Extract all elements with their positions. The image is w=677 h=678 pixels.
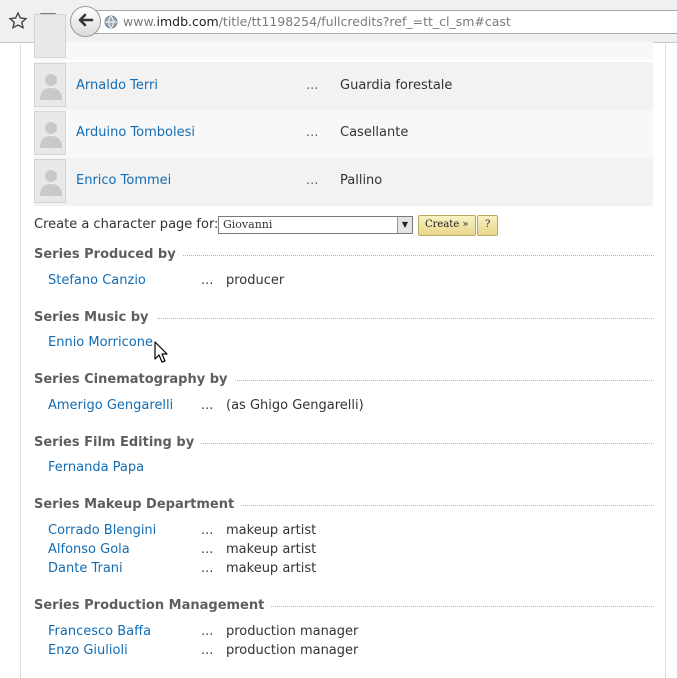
avatar-placeholder-icon bbox=[34, 159, 66, 203]
crew-row: Fernanda Papa bbox=[48, 460, 648, 477]
create-character-label: Create a character page for: bbox=[34, 217, 219, 232]
create-button[interactable]: Create » bbox=[418, 215, 476, 236]
crew-name-link[interactable]: Alfonso Gola bbox=[48, 542, 130, 557]
section-heading: Series Film Editing by bbox=[34, 435, 654, 451]
dots: ... bbox=[201, 542, 214, 557]
cast-row bbox=[34, 14, 653, 60]
avatar-placeholder-icon bbox=[34, 111, 66, 155]
section-title: Series Produced by bbox=[34, 247, 183, 262]
globe-icon bbox=[104, 15, 118, 29]
dots: ... bbox=[306, 125, 319, 140]
crew-row: Corrado Blengini ... makeup artist bbox=[48, 523, 648, 540]
create-character-form: Create a character page for: Giovanni ▼ … bbox=[34, 214, 654, 238]
crew-row: Stefano Canzio ... producer bbox=[48, 273, 648, 290]
section-heading: Series Cinematography by bbox=[34, 372, 654, 388]
section-heading: Series Makeup Department bbox=[34, 497, 654, 513]
crew-row: Ennio Morricone bbox=[48, 335, 648, 352]
credit-text: producer bbox=[226, 273, 285, 288]
avatar-placeholder-icon bbox=[34, 14, 66, 58]
dots: ... bbox=[201, 561, 214, 576]
character-select-value: Giovanni bbox=[223, 218, 273, 231]
crew-row: Alfonso Gola ... makeup artist bbox=[48, 542, 648, 559]
browser-toolbar: www.imdb.com/title/tt1198254/fullcredits… bbox=[0, 0, 677, 43]
character-select[interactable]: Giovanni ▼ bbox=[218, 216, 413, 234]
crew-name-link[interactable]: Amerigo Gengarelli bbox=[48, 398, 173, 413]
dots: ... bbox=[201, 273, 214, 288]
cast-row: Arduino Tombolesi ... Casellante bbox=[34, 110, 653, 158]
crew-name-link[interactable]: Enzo Giulioli bbox=[48, 643, 128, 658]
section-heading: Series Production Management bbox=[34, 598, 654, 614]
cast-row: Enrico Tommei ... Pallino bbox=[34, 158, 653, 206]
dots: ... bbox=[201, 624, 214, 639]
section-title: Series Film Editing by bbox=[34, 435, 202, 450]
crew-name-link[interactable]: Francesco Baffa bbox=[48, 624, 151, 639]
crew-name-link[interactable]: Corrado Blengini bbox=[48, 523, 156, 538]
credit-text: production manager bbox=[226, 624, 359, 639]
help-button[interactable]: ? bbox=[477, 215, 499, 236]
crew-row: Amerigo Gengarelli ... (as Ghigo Gengare… bbox=[48, 398, 648, 415]
address-bar[interactable]: www.imdb.com/title/tt1198254/fullcredits… bbox=[90, 10, 677, 34]
credit-text: makeup artist bbox=[226, 561, 317, 576]
crew-row: Francesco Baffa ... production manager bbox=[48, 624, 648, 641]
character-name: Pallino bbox=[340, 173, 383, 188]
dots: ... bbox=[201, 643, 214, 658]
chevron-down-icon[interactable]: ▼ bbox=[397, 217, 412, 233]
character-name: Casellante bbox=[340, 125, 409, 140]
dots: ... bbox=[201, 398, 214, 413]
crew-name-link[interactable]: Dante Trani bbox=[48, 561, 123, 576]
credit-text: production manager bbox=[226, 643, 359, 658]
mouse-cursor-icon bbox=[154, 341, 168, 367]
section-title: Series Music by bbox=[34, 310, 156, 325]
dots: ... bbox=[201, 523, 214, 538]
arrow-left-icon bbox=[77, 11, 95, 33]
back-button[interactable] bbox=[70, 6, 101, 37]
crew-row: Dante Trani ... makeup artist bbox=[48, 561, 648, 578]
actor-link[interactable]: Arnaldo Terri bbox=[76, 78, 158, 93]
crew-row: Enzo Giulioli ... production manager bbox=[48, 643, 648, 660]
actor-link[interactable]: Enrico Tommei bbox=[76, 173, 171, 188]
section-title: Series Makeup Department bbox=[34, 497, 242, 512]
crew-name-link[interactable]: Fernanda Papa bbox=[48, 460, 144, 475]
section-heading: Series Produced by bbox=[34, 247, 654, 263]
credit-text: (as Ghigo Gengarelli) bbox=[226, 398, 364, 413]
page-content: Arnaldo Terri ... Guardia forestale Ardu… bbox=[20, 14, 666, 678]
bookmark-star-icon[interactable] bbox=[8, 11, 28, 31]
credit-text: makeup artist bbox=[226, 542, 317, 557]
dots: ... bbox=[306, 173, 319, 188]
section-title: Series Production Management bbox=[34, 598, 272, 613]
actor-link[interactable]: Arduino Tombolesi bbox=[76, 125, 195, 140]
character-name: Guardia forestale bbox=[340, 78, 453, 93]
crew-name-link[interactable]: Stefano Canzio bbox=[48, 273, 146, 288]
section-heading: Series Music by bbox=[34, 310, 654, 326]
crew-name-link[interactable]: Ennio Morricone bbox=[48, 335, 153, 350]
cast-row: Arnaldo Terri ... Guardia forestale bbox=[34, 62, 653, 110]
credit-text: makeup artist bbox=[226, 523, 317, 538]
avatar-placeholder-icon bbox=[34, 63, 66, 107]
dots: ... bbox=[306, 78, 319, 93]
section-title: Series Cinematography by bbox=[34, 372, 235, 387]
url-text: www.imdb.com/title/tt1198254/fullcredits… bbox=[123, 14, 511, 29]
